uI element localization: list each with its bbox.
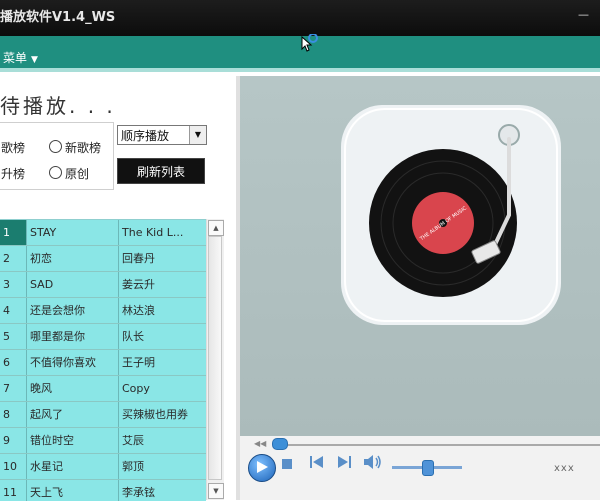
refresh-list-button[interactable]: 刷新列表 — [117, 158, 205, 184]
song-artist: The Kid L... — [118, 220, 206, 245]
radio-rising-chart[interactable]: 升榜 — [1, 165, 25, 182]
song-artist: 王子明 — [118, 350, 206, 375]
speaker-icon — [364, 455, 381, 469]
table-row[interactable]: 11 天上飞 李承铉 — [0, 480, 206, 501]
chart-options-group: 歌榜 新歌榜 升榜 原创 — [0, 122, 114, 190]
play-button[interactable] — [248, 454, 276, 482]
radio-circle-icon — [49, 140, 62, 153]
song-title: 不值得你喜欢 — [26, 350, 121, 375]
scroll-up-icon[interactable]: ▲ — [208, 220, 224, 236]
radio-hot-chart[interactable]: 歌榜 — [1, 139, 25, 156]
song-title: 错位时空 — [26, 428, 121, 453]
radio-rising-chart-label: 升榜 — [1, 167, 26, 181]
song-artist: 回春丹 — [118, 246, 206, 271]
row-number: 6 — [0, 350, 29, 375]
song-title: SAD — [26, 272, 121, 297]
song-artist: 队长 — [118, 324, 206, 349]
song-title: 水星记 — [26, 454, 121, 479]
radio-original-chart-label: 原创 — [65, 167, 90, 181]
turntable-icon: THE ALBUM OF MUSIC — [341, 105, 561, 325]
radio-new-chart-label: 新歌榜 — [65, 141, 102, 155]
table-row[interactable]: 3 SAD 姜云升 — [0, 272, 206, 298]
row-number: 2 — [0, 246, 29, 271]
player-controls: ◀◀ xxx — [240, 436, 600, 500]
previous-button[interactable] — [310, 456, 324, 472]
table-row[interactable]: 7 晚风 Copy — [0, 376, 206, 402]
song-artist: 郭顶 — [118, 454, 206, 479]
radio-new-chart[interactable]: 新歌榜 — [49, 139, 101, 156]
seek-start-icon: ◀◀ — [254, 439, 267, 448]
play-mode-select[interactable]: 顺序播放 ▼ — [117, 125, 207, 145]
volume-button[interactable] — [364, 455, 382, 473]
song-artist: 买辣椒也用券 — [118, 402, 206, 427]
table-row[interactable]: 1 STAY The Kid L... — [0, 220, 206, 246]
table-row[interactable]: 10 水星记 郭顶 — [0, 454, 206, 480]
song-title: STAY — [26, 220, 121, 245]
progress-bar[interactable] — [276, 444, 600, 446]
table-row[interactable]: 4 还是会想你 林达浪 — [0, 298, 206, 324]
mouse-cursor-icon — [301, 34, 318, 52]
radio-original-chart[interactable]: 原创 — [49, 165, 89, 182]
row-number: 1 — [0, 220, 29, 245]
play-mode-value: 顺序播放 — [121, 129, 170, 143]
table-row[interactable]: 9 错位时空 艾辰 — [0, 428, 206, 454]
playback-status: 待播放. . . — [0, 94, 116, 118]
playlist: 1 STAY The Kid L... 2 初恋 回春丹 3 SAD 姜云升 4 还是会想你 林达浪 5… — [0, 219, 206, 501]
radio-hot-chart-label: 歌榜 — [1, 141, 26, 155]
table-row[interactable]: 6 不值得你喜欢 王子明 — [0, 350, 206, 376]
title-bar: 播放软件V1.4_WS — — [0, 0, 600, 36]
table-row[interactable]: 2 初恋 回春丹 — [0, 246, 206, 272]
row-number: 3 — [0, 272, 29, 297]
volume-knob[interactable] — [422, 460, 434, 476]
radio-circle-icon — [49, 166, 62, 179]
song-title: 晚风 — [26, 376, 121, 401]
song-artist: 姜云升 — [118, 272, 206, 297]
chevron-down-icon: ▼ — [31, 55, 38, 65]
stop-icon — [282, 459, 292, 469]
row-number: 7 — [0, 376, 29, 401]
play-icon — [257, 461, 268, 473]
main-menu-label: 菜单 — [3, 51, 28, 65]
song-artist: 林达浪 — [118, 298, 206, 323]
dropdown-arrow-icon[interactable]: ▼ — [189, 126, 206, 144]
row-number: 9 — [0, 428, 29, 453]
row-number: 11 — [0, 480, 29, 501]
row-number: 8 — [0, 402, 29, 427]
song-title: 还是会想你 — [26, 298, 121, 323]
playlist-scrollbar[interactable]: ▲ ▼ — [206, 219, 224, 500]
song-title: 天上飞 — [26, 480, 121, 501]
window-title: 播放软件V1.4_WS — [0, 10, 116, 25]
song-title: 哪里都是你 — [26, 324, 121, 349]
row-number: 5 — [0, 324, 29, 349]
song-title: 起风了 — [26, 402, 121, 427]
song-artist: 艾辰 — [118, 428, 206, 453]
stop-button[interactable] — [282, 457, 292, 473]
song-artist: 李承铉 — [118, 480, 206, 501]
time-display: xxx — [554, 463, 575, 474]
song-artist: Copy — [118, 376, 206, 401]
row-number: 4 — [0, 298, 29, 323]
previous-icon — [310, 456, 323, 468]
minimize-button[interactable]: — — [578, 8, 589, 21]
song-title: 初恋 — [26, 246, 121, 271]
next-icon — [338, 456, 351, 468]
next-button[interactable] — [338, 456, 352, 472]
table-row[interactable]: 8 起风了 买辣椒也用券 — [0, 402, 206, 428]
scroll-down-icon[interactable]: ▼ — [208, 483, 224, 499]
table-row[interactable]: 5 哪里都是你 队长 — [0, 324, 206, 350]
main-menu[interactable]: 菜单 ▼ — [3, 49, 38, 66]
scroll-thumb[interactable] — [208, 236, 222, 480]
progress-knob[interactable] — [272, 438, 288, 450]
row-number: 10 — [0, 454, 29, 479]
